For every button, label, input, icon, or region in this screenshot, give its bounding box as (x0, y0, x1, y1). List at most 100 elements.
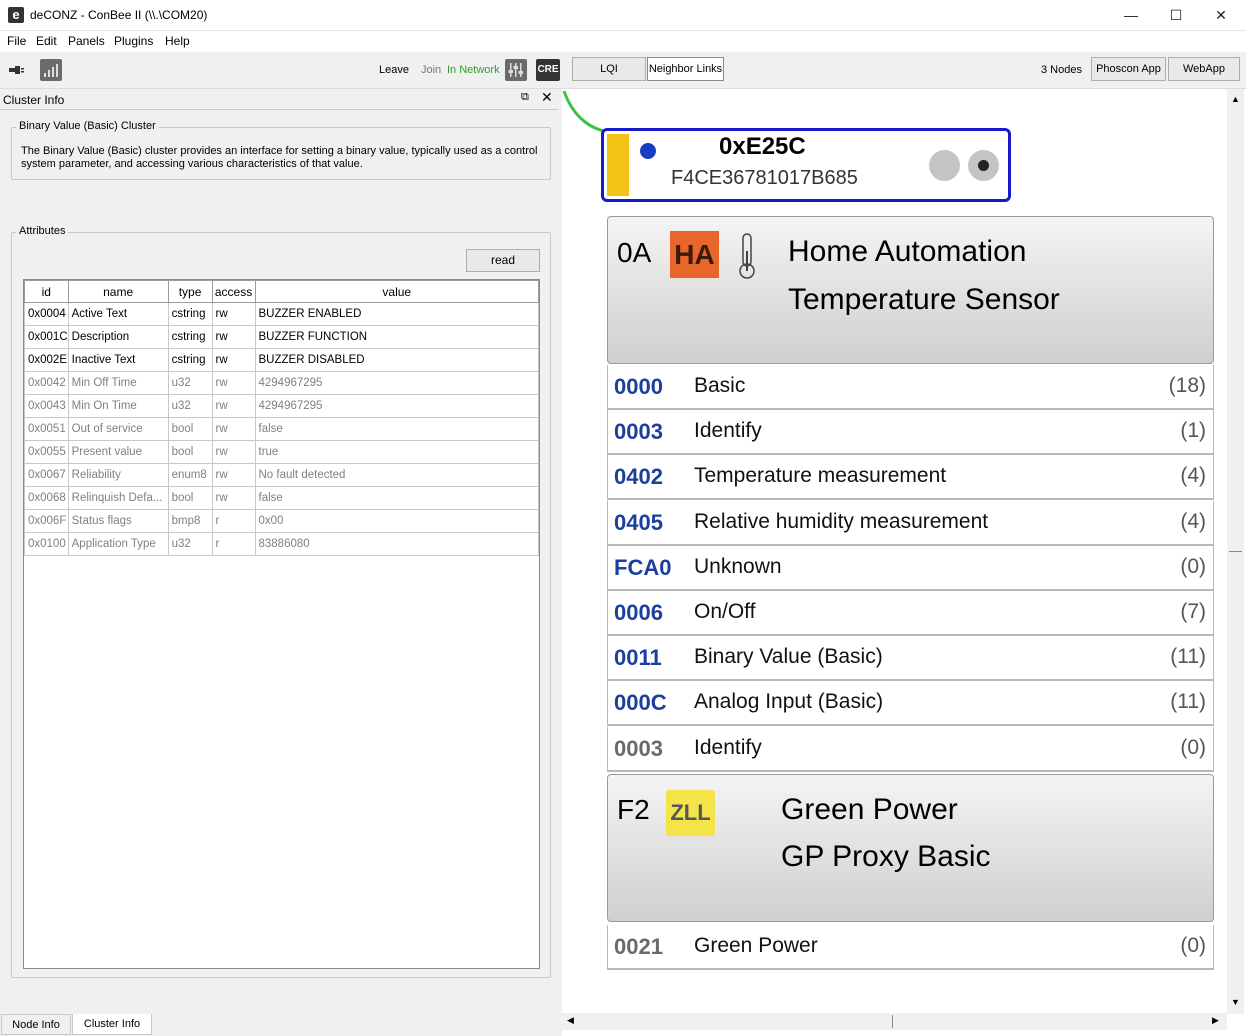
close-button[interactable]: ✕ (1198, 0, 1244, 31)
node-socket-left-icon[interactable] (929, 150, 960, 181)
cell-name: Application Type (67, 532, 169, 556)
read-button[interactable]: read (466, 249, 540, 272)
cluster-row[interactable]: FCA0 Unknown (0) (607, 545, 1214, 591)
endpoint-header[interactable]: F2 ZLL Green Power GP Proxy Basic (607, 774, 1214, 922)
usb-plug-icon[interactable] (7, 63, 29, 77)
cluster-name: Identify (694, 419, 762, 443)
cre-button[interactable]: CRE (536, 59, 560, 81)
cell-value: 0x00 (254, 509, 539, 533)
cell-access: rw (211, 348, 256, 372)
mixer-icon[interactable] (505, 59, 527, 81)
table-row[interactable]: 0x001C Description cstring rw BUZZER FUNCTIO… (24, 325, 539, 349)
cell-value: BUZZER DISABLED (254, 348, 539, 372)
cell-value: No fault detected (254, 463, 539, 487)
cell-value: 4294967295 (254, 371, 539, 395)
scroll-left-icon[interactable]: ◀ (567, 1015, 574, 1026)
cluster-attribute-count: (0) (1180, 735, 1206, 759)
endpoint-header[interactable]: 0A HA Home Automation Temperature Sensor (607, 216, 1214, 364)
table-row[interactable]: 0x002E Inactive Text cstring rw BUZZER DISAB… (24, 348, 539, 372)
window-title: deCONZ - ConBee II (\\.\COM20) (30, 8, 208, 22)
float-icon[interactable]: ⧉ (521, 91, 529, 104)
col-id[interactable]: id (24, 280, 69, 303)
cluster-row[interactable]: 0000 Basic (18) (607, 365, 1214, 410)
table-row[interactable]: 0x0004 Active Text cstring rw BUZZER ENABLED (24, 302, 539, 326)
table-row[interactable]: 0x0100 Application Type u32 r 83886080 (24, 532, 539, 556)
cluster-name: Temperature measurement (694, 464, 947, 488)
cluster-row[interactable]: 0402 Temperature measurement (4) (607, 455, 1214, 501)
cluster-id: FCA0 (614, 554, 672, 580)
horizontal-scrollbar[interactable]: ◀ ▶ (562, 1013, 1227, 1030)
col-name[interactable]: name (67, 280, 169, 303)
menu-edit[interactable]: Edit (36, 34, 57, 48)
table-row[interactable]: 0x0067 Reliability enum8 rw No fault detecte… (24, 463, 539, 487)
tab-node-info[interactable]: Node Info (1, 1014, 71, 1035)
cluster-id: 0402 (614, 464, 663, 490)
cell-type: u32 (167, 532, 213, 556)
cluster-name: Basic (694, 374, 746, 397)
scroll-up-icon[interactable]: ▲ (1231, 94, 1240, 104)
cluster-row[interactable]: 000C Analog Input (Basic) (11) (607, 681, 1214, 727)
cell-type: bool (167, 440, 213, 464)
vertical-scrollbar[interactable]: ▲ ▼ (1227, 89, 1244, 1014)
cluster-row[interactable]: 0006 On/Off (7) (607, 591, 1214, 636)
minimize-button[interactable]: — (1108, 0, 1154, 31)
webapp-button[interactable]: WebApp (1168, 57, 1240, 81)
cell-value: BUZZER FUNCTION (254, 325, 539, 349)
cluster-row[interactable]: 0405 Relative humidity measurement (4) (607, 500, 1214, 546)
cell-name: Active Text (67, 302, 169, 326)
phoscon-app-button[interactable]: Phoscon App (1091, 57, 1166, 81)
cell-access: rw (211, 440, 256, 464)
scroll-right-icon[interactable]: ▶ (1212, 1015, 1219, 1026)
maximize-button[interactable]: ☐ (1153, 0, 1199, 31)
col-value[interactable]: value (254, 280, 539, 303)
cluster-attribute-count: (11) (1170, 690, 1206, 714)
cell-id: 0x006F (24, 509, 69, 533)
cell-value: false (254, 417, 539, 441)
cell-name: Status flags (67, 509, 169, 533)
menu-plugins[interactable]: Plugins (114, 34, 153, 48)
table-row[interactable]: 0x0043 Min On Time u32 rw 4294967295 (24, 394, 539, 418)
table-row[interactable]: 0x0042 Min Off Time u32 rw 4294967295 (24, 371, 539, 395)
node-socket-right-icon[interactable] (968, 150, 999, 181)
scroll-thumb[interactable] (1229, 551, 1242, 552)
leave-button[interactable]: Leave (379, 64, 409, 76)
cell-type: bool (167, 417, 213, 441)
title-bar: e deCONZ - ConBee II (\\.\COM20) — ☐ ✕ (0, 0, 1246, 31)
cell-type: cstring (167, 325, 213, 349)
scroll-thumb[interactable] (892, 1015, 893, 1028)
divider (0, 109, 558, 110)
node-card[interactable]: 0xE25C F4CE36781017B685 (601, 128, 1011, 202)
cell-name: Min On Time (67, 394, 169, 418)
join-button[interactable]: Join (421, 64, 441, 76)
cell-id: 0x0004 (24, 302, 69, 326)
dock-close-icon[interactable]: ✕ (541, 89, 553, 106)
table-row[interactable]: 0x0051 Out of service bool rw false (24, 417, 539, 441)
network-status: In Network (447, 64, 500, 76)
col-type[interactable]: type (167, 280, 213, 303)
table-row[interactable]: 0x006F Status flags bmp8 r 0x00 (24, 509, 539, 533)
menu-file[interactable]: File (7, 34, 26, 48)
menu-panels[interactable]: Panels (68, 34, 105, 48)
cluster-row[interactable]: 0003 Identify (0) (607, 726, 1214, 772)
ha-profile-badge: HA (670, 231, 719, 278)
cluster-row[interactable]: 0011 Binary Value (Basic) (11) (607, 636, 1214, 682)
cluster-id: 0011 (614, 645, 662, 671)
table-row[interactable]: 0x0055 Present value bool rw true (24, 440, 539, 464)
scroll-down-icon[interactable]: ▼ (1231, 997, 1240, 1007)
neighbor-links-button[interactable]: Neighbor Links (647, 57, 724, 81)
endpoint-profile: Home Automation (788, 235, 1027, 268)
signal-bars-icon[interactable] (40, 59, 62, 81)
cluster-row[interactable]: 0003 Identify (1) (607, 410, 1214, 456)
menu-help[interactable]: Help (165, 34, 190, 48)
cluster-id: 0003 (614, 419, 663, 445)
lqi-button[interactable]: LQI (572, 57, 646, 81)
cluster-row[interactable]: 0021 Green Power (0) (607, 925, 1214, 970)
cell-name: Present value (67, 440, 169, 464)
col-access[interactable]: access (211, 280, 256, 303)
cluster-attribute-count: (4) (1180, 464, 1206, 488)
tab-cluster-info[interactable]: Cluster Info (72, 1014, 152, 1035)
toolbar: Leave Join In Network CRE LQI Neighbor L… (0, 52, 1246, 89)
table-row[interactable]: 0x0068 Relinquish Defa... bool rw false (24, 486, 539, 510)
cluster-attribute-count: (0) (1180, 554, 1206, 578)
cell-id: 0x002E (24, 348, 69, 372)
